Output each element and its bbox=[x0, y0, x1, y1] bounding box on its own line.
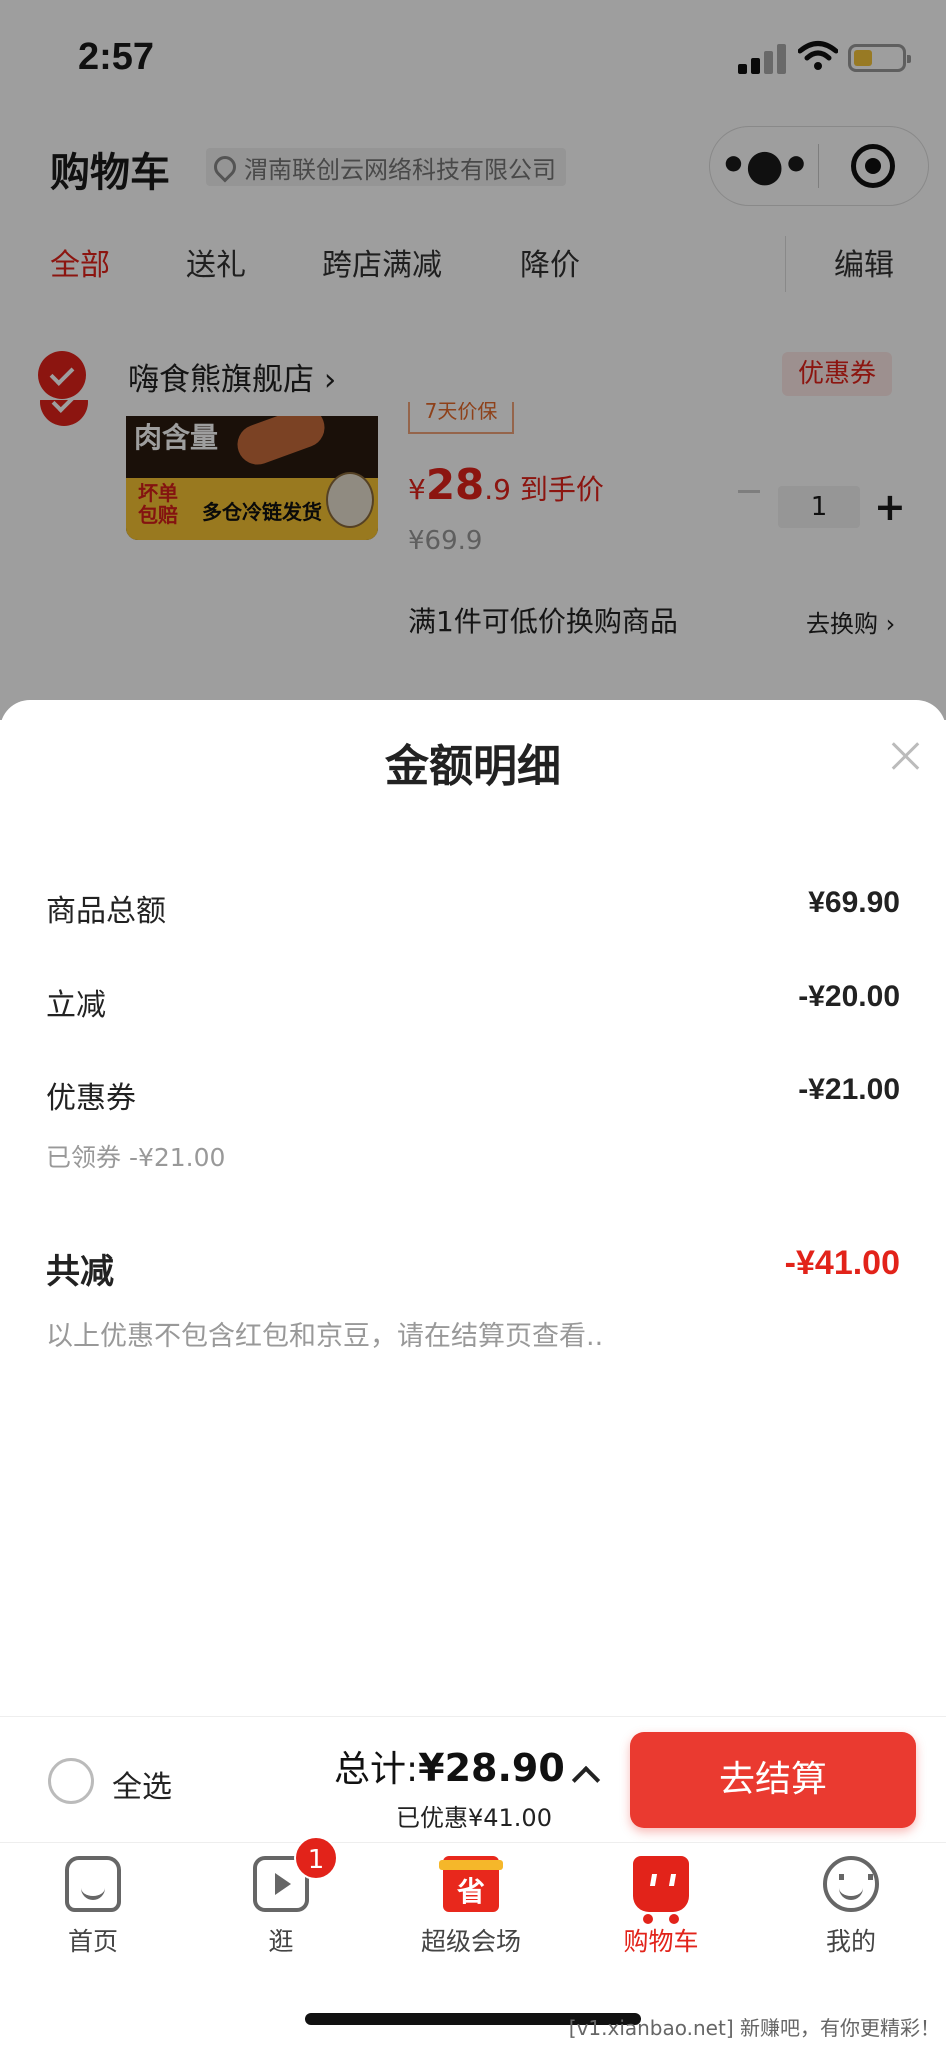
home-icon bbox=[65, 1856, 121, 1912]
gift-icon: 省 bbox=[439, 1856, 503, 1912]
row-value-instant-discount: -¥20.00 bbox=[798, 980, 900, 1013]
nav-item-cart[interactable]: 购物车 bbox=[586, 1856, 736, 1958]
coupon-note: 已领券 -¥21.00 bbox=[46, 1143, 226, 1172]
close-icon[interactable] bbox=[888, 738, 924, 774]
amount-details-sheet bbox=[0, 700, 946, 1720]
total-discount-value: -¥41.00 bbox=[784, 1244, 900, 1282]
discount-disclaimer: 以上优惠不包含红包和京豆，请在结算页查看.. bbox=[46, 1321, 604, 1352]
nav-item-home[interactable]: 首页 bbox=[18, 1856, 168, 1958]
select-all-label[interactable]: 全选 bbox=[112, 1762, 172, 1806]
saved-amount: 已优惠¥41.00 bbox=[396, 1804, 552, 1832]
row-label-goods-total: 商品总额 bbox=[46, 894, 166, 929]
modal-overlay[interactable] bbox=[0, 0, 946, 720]
cart-icon bbox=[633, 1856, 689, 1924]
sheet-title: 金额明细 bbox=[385, 741, 561, 792]
row-label-instant-discount: 立减 bbox=[46, 988, 106, 1023]
row-value-goods-total: ¥69.90 bbox=[808, 886, 900, 919]
row-label-coupon: 优惠券 bbox=[46, 1081, 136, 1116]
total-discount-label: 共减 bbox=[46, 1252, 114, 1292]
watermark-text: [v1.xianbao.net] 新赚吧，有你更精彩！ bbox=[568, 2016, 940, 2040]
notification-badge: 1 bbox=[294, 1836, 338, 1880]
nav-item-super-venue[interactable]: 省 超级会场 bbox=[396, 1856, 546, 1958]
profile-icon bbox=[823, 1856, 879, 1912]
total-amount: 总计:¥28.90 bbox=[334, 1746, 565, 1790]
checkout-button[interactable]: 去结算 bbox=[630, 1732, 916, 1828]
nav-item-me[interactable]: 我的 bbox=[776, 1856, 926, 1958]
select-all-checkbox[interactable] bbox=[48, 1758, 94, 1804]
row-value-coupon: -¥21.00 bbox=[798, 1073, 900, 1106]
